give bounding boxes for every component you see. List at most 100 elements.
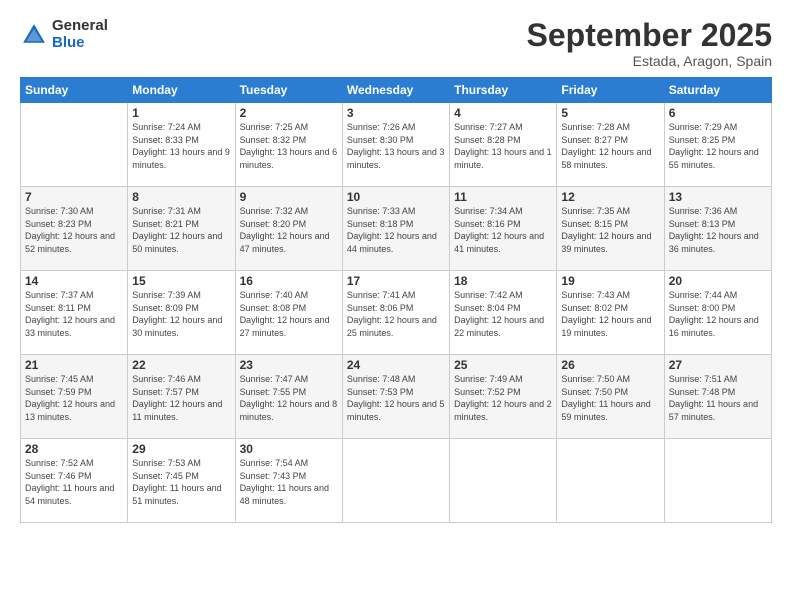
calendar-cell (21, 103, 128, 187)
col-wednesday: Wednesday (342, 78, 449, 103)
logo-blue: Blue (52, 35, 108, 52)
sunrise-text: Sunrise: 7:40 AM (240, 290, 309, 300)
day-number: 4 (454, 106, 552, 120)
sunrise-text: Sunrise: 7:27 AM (454, 122, 523, 132)
header: General Blue September 2025 Estada, Arag… (20, 18, 772, 69)
daylight-text: Daylight: 13 hours and 9 minutes. (132, 147, 230, 170)
sunset-text: Sunset: 7:50 PM (561, 387, 628, 397)
day-number: 6 (669, 106, 767, 120)
logo-text: General Blue (52, 18, 108, 51)
daylight-text: Daylight: 12 hours and 27 minutes. (240, 315, 330, 338)
calendar-week-row: 14Sunrise: 7:37 AMSunset: 8:11 PMDayligh… (21, 271, 772, 355)
sunrise-text: Sunrise: 7:41 AM (347, 290, 416, 300)
day-detail: Sunrise: 7:37 AMSunset: 8:11 PMDaylight:… (25, 289, 123, 339)
sunset-text: Sunset: 7:59 PM (25, 387, 92, 397)
daylight-text: Daylight: 12 hours and 55 minutes. (669, 147, 759, 170)
sunrise-text: Sunrise: 7:44 AM (669, 290, 738, 300)
calendar-cell: 8Sunrise: 7:31 AMSunset: 8:21 PMDaylight… (128, 187, 235, 271)
sunset-text: Sunset: 7:52 PM (454, 387, 521, 397)
sunset-text: Sunset: 8:20 PM (240, 219, 307, 229)
sunrise-text: Sunrise: 7:46 AM (132, 374, 201, 384)
day-detail: Sunrise: 7:27 AM Sunset: 8:28 PM Daylight:… (454, 121, 552, 171)
sunrise-text: Sunrise: 7:30 AM (25, 206, 94, 216)
day-detail: Sunrise: 7:54 AMSunset: 7:43 PMDaylight:… (240, 457, 338, 507)
calendar-cell: 18Sunrise: 7:42 AMSunset: 8:04 PMDayligh… (450, 271, 557, 355)
day-number: 23 (240, 358, 338, 372)
calendar-cell: 2Sunrise: 7:25 AMSunset: 8:32 PMDaylight… (235, 103, 342, 187)
sunset-text: Sunset: 8:21 PM (132, 219, 199, 229)
day-detail: Sunrise: 7:47 AM Sunset: 7:55 PM Daylight:… (240, 373, 338, 423)
daylight-text: Daylight: 12 hours and 47 minutes. (240, 231, 330, 254)
sunrise-text: Sunrise: 7:33 AM (347, 206, 416, 216)
day-detail: Sunrise: 7:45 AMSunset: 7:59 PMDaylight:… (25, 373, 123, 423)
sunset-text: Sunset: 8:28 PM (454, 135, 521, 145)
day-number: 15 (132, 274, 230, 288)
calendar-cell: 24Sunrise: 7:48 AMSunset: 7:53 PMDayligh… (342, 355, 449, 439)
page: General Blue September 2025 Estada, Arag… (0, 0, 792, 612)
day-detail: Sunrise: 7:30 AMSunset: 8:23 PMDaylight:… (25, 205, 123, 255)
daylight-text: Daylight: 12 hours and 58 minutes. (561, 147, 651, 170)
sunset-text: Sunset: 8:23 PM (25, 219, 92, 229)
daylight-text: Daylight: 13 hours and 1 minute. (454, 147, 552, 170)
sunset-text: Sunset: 8:33 PM (132, 135, 199, 145)
sunset-text: Sunset: 7:53 PM (347, 387, 414, 397)
title-block: September 2025 Estada, Aragon, Spain (527, 18, 772, 69)
day-number: 24 (347, 358, 445, 372)
col-friday: Friday (557, 78, 664, 103)
day-number: 17 (347, 274, 445, 288)
col-sunday: Sunday (21, 78, 128, 103)
calendar-week-row: 1Sunrise: 7:24 AMSunset: 8:33 PMDaylight… (21, 103, 772, 187)
sunrise-text: Sunrise: 7:47 AM (240, 374, 309, 384)
daylight-text: Daylight: 12 hours and 11 minutes. (132, 399, 222, 422)
daylight-text: Daylight: 12 hours and 25 minutes. (347, 315, 437, 338)
calendar-cell: 13Sunrise: 7:36 AMSunset: 8:13 PMDayligh… (664, 187, 771, 271)
sunrise-text: Sunrise: 7:32 AM (240, 206, 309, 216)
daylight-text: Daylight: 12 hours and 8 minutes. (240, 399, 338, 422)
sunset-text: Sunset: 8:13 PM (669, 219, 736, 229)
calendar-cell (664, 439, 771, 523)
logo: General Blue (20, 18, 108, 51)
day-detail: Sunrise: 7:39 AMSunset: 8:09 PMDaylight:… (132, 289, 230, 339)
col-saturday: Saturday (664, 78, 771, 103)
daylight-text: Daylight: 13 hours and 6 minutes. (240, 147, 338, 170)
daylight-text: Daylight: 11 hours and 48 minutes. (240, 483, 329, 506)
calendar-cell: 26Sunrise: 7:50 AMSunset: 7:50 PMDayligh… (557, 355, 664, 439)
daylight-text: Daylight: 11 hours and 59 minutes. (561, 399, 650, 422)
calendar-cell: 25Sunrise: 7:49 AMSunset: 7:52 PMDayligh… (450, 355, 557, 439)
calendar-cell (342, 439, 449, 523)
sunrise-text: Sunrise: 7:34 AM (454, 206, 523, 216)
sunrise-text: Sunrise: 7:39 AM (132, 290, 201, 300)
day-number: 2 (240, 106, 338, 120)
calendar-cell: 29Sunrise: 7:53 AMSunset: 7:45 PMDayligh… (128, 439, 235, 523)
day-detail: Sunrise: 7:33 AMSunset: 8:18 PMDaylight:… (347, 205, 445, 255)
calendar-cell: 20Sunrise: 7:44 AMSunset: 8:00 PMDayligh… (664, 271, 771, 355)
sunrise-text: Sunrise: 7:29 AM (669, 122, 738, 132)
daylight-text: Daylight: 12 hours and 30 minutes. (132, 315, 222, 338)
location: Estada, Aragon, Spain (527, 53, 772, 69)
sunset-text: Sunset: 8:08 PM (240, 303, 307, 313)
daylight-text: Daylight: 12 hours and 33 minutes. (25, 315, 115, 338)
daylight-text: Daylight: 12 hours and 39 minutes. (561, 231, 651, 254)
sunset-text: Sunset: 7:55 PM (240, 387, 307, 397)
sunrise-text: Sunrise: 7:28 AM (561, 122, 630, 132)
day-number: 27 (669, 358, 767, 372)
day-number: 7 (25, 190, 123, 204)
logo-general: General (52, 18, 108, 35)
sunrise-text: Sunrise: 7:49 AM (454, 374, 523, 384)
day-detail: Sunrise: 7:36 AMSunset: 8:13 PMDaylight:… (669, 205, 767, 255)
daylight-text: Daylight: 11 hours and 51 minutes. (132, 483, 221, 506)
day-number: 14 (25, 274, 123, 288)
sunset-text: Sunset: 8:15 PM (561, 219, 628, 229)
calendar-cell: 3Sunrise: 7:26 AMSunset: 8:30 PMDaylight… (342, 103, 449, 187)
day-detail: Sunrise: 7:52 AMSunset: 7:46 PMDaylight:… (25, 457, 123, 507)
calendar-cell: 15Sunrise: 7:39 AMSunset: 8:09 PMDayligh… (128, 271, 235, 355)
day-number: 5 (561, 106, 659, 120)
calendar-cell: 6Sunrise: 7:29 AMSunset: 8:25 PMDaylight… (664, 103, 771, 187)
day-number: 10 (347, 190, 445, 204)
sunrise-text: Sunrise: 7:25 AM (240, 122, 309, 132)
day-detail: Sunrise: 7:24 AMSunset: 8:33 PMDaylight:… (132, 121, 230, 171)
day-detail: Sunrise: 7:35 AMSunset: 8:15 PMDaylight:… (561, 205, 659, 255)
day-detail: Sunrise: 7:43 AMSunset: 8:02 PMDaylight:… (561, 289, 659, 339)
calendar-cell: 7Sunrise: 7:30 AMSunset: 8:23 PMDaylight… (21, 187, 128, 271)
daylight-text: Daylight: 12 hours and 22 minutes. (454, 315, 544, 338)
